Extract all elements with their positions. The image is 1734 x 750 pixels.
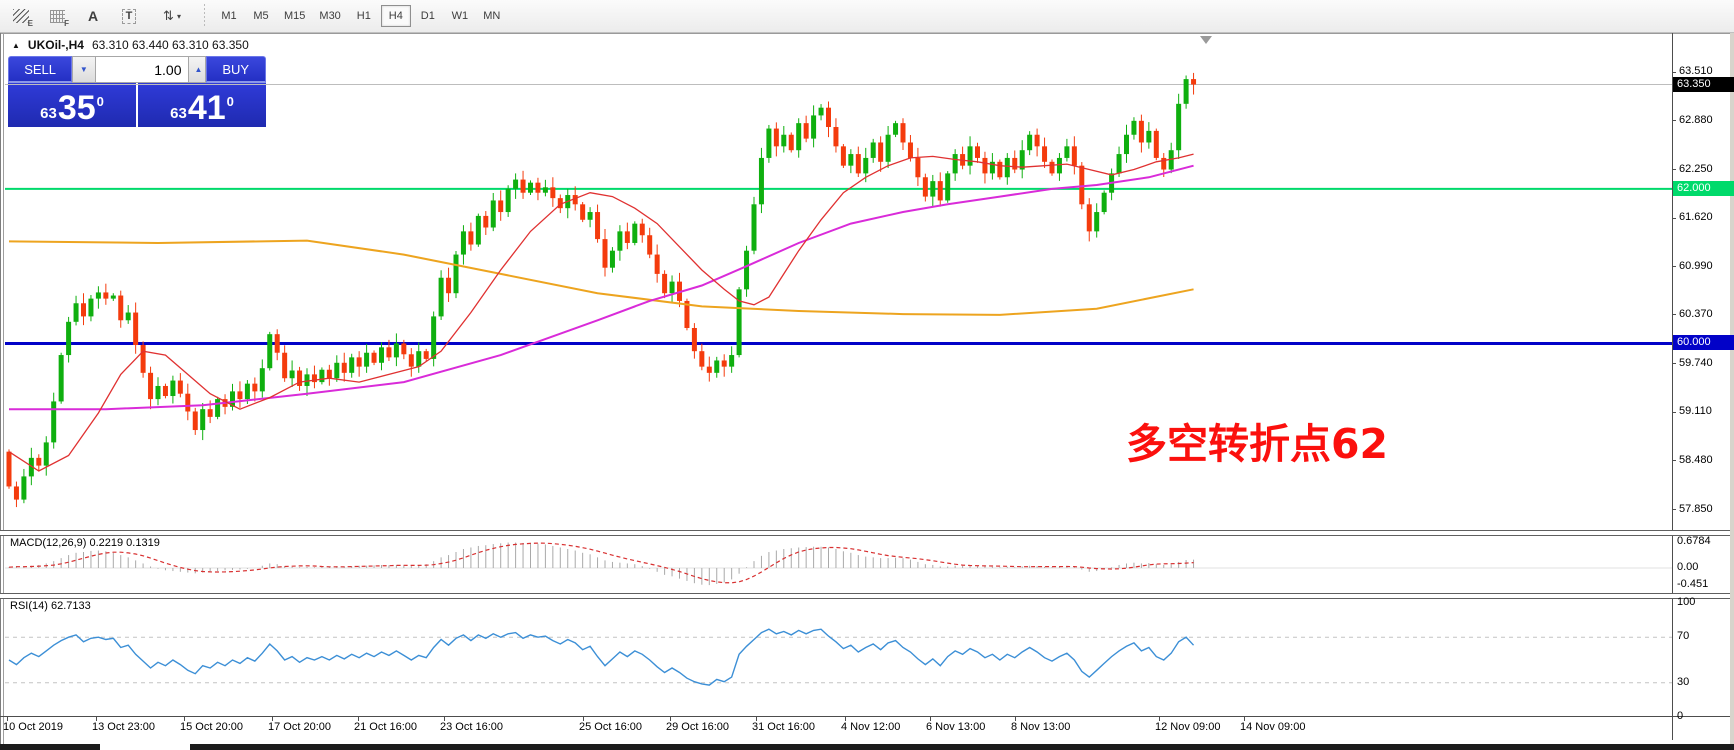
time-label: 14 Nov 09:00 (1240, 721, 1305, 733)
rsi-indicator-chart[interactable] (5, 597, 1672, 716)
chart-left-border (0, 33, 1, 745)
time-label: 25 Oct 16:00 (579, 721, 642, 733)
price-level-badge: 60.000 (1673, 335, 1734, 350)
price-tick (1672, 169, 1676, 170)
window-right-edge (1730, 33, 1734, 750)
rsi-axis-label: 30 (1677, 676, 1689, 688)
cursor-tool-icon[interactable]: ⇅ ▾ (150, 3, 194, 29)
grid-icon (50, 10, 65, 23)
channel-tool-icon[interactable]: E (6, 3, 36, 29)
time-label: 4 Nov 12:00 (841, 721, 900, 733)
bottom-bar-segment (0, 744, 100, 750)
text-tool-icon[interactable]: A (78, 3, 108, 29)
timeframe-d1[interactable]: D1 (413, 5, 443, 27)
chevron-down-icon: ▾ (177, 12, 181, 21)
price-axis-border (1672, 33, 1673, 740)
macd-axis-label: -0.451 (1677, 578, 1708, 590)
price-tick (1672, 120, 1676, 121)
top-toolbar: E F A T ⇅ ▾ M1M5M15M30H1H4D1W1MN (0, 0, 1734, 33)
grid-tool-sub: F (64, 19, 69, 28)
macd-axis-label: 0.00 (1677, 561, 1698, 573)
timeframe-mn[interactable]: MN (477, 5, 507, 27)
time-label: 17 Oct 20:00 (268, 721, 331, 733)
price-label: 61.620 (1679, 211, 1713, 223)
mt4-window: E F A T ⇅ ▾ M1M5M15M30H1H4D1W1MN ▲ UKOil… (0, 0, 1734, 750)
price-label: 60.370 (1679, 308, 1713, 320)
timeframe-h4[interactable]: H4 (381, 5, 411, 27)
label-tool-icon[interactable]: T (114, 3, 144, 29)
timeframe-bar: M1M5M15M30H1H4D1W1MN (213, 5, 508, 27)
chart-shift-marker-icon[interactable] (1200, 36, 1212, 44)
timeframe-m1[interactable]: M1 (214, 5, 244, 27)
price-tick (1672, 314, 1676, 315)
price-level-badge: 62.000 (1673, 181, 1734, 196)
time-label: 29 Oct 16:00 (666, 721, 729, 733)
price-label: 59.740 (1679, 357, 1713, 369)
timeframe-m15[interactable]: M15 (278, 5, 311, 27)
timeframe-m5[interactable]: M5 (246, 5, 276, 27)
macd-label: MACD(12,26,9) 0.2219 0.1319 (10, 537, 160, 549)
price-label: 60.990 (1679, 260, 1713, 272)
bottom-bar-segment (190, 744, 1734, 750)
time-label: 15 Oct 20:00 (180, 721, 243, 733)
timeframe-m30[interactable]: M30 (313, 5, 346, 27)
arrows-icon: ⇅ (163, 8, 174, 24)
time-label: 6 Nov 13:00 (926, 721, 985, 733)
price-tick (1672, 72, 1676, 73)
toolbar-separator (204, 4, 205, 28)
time-label: 23 Oct 16:00 (440, 721, 503, 733)
price-label: 62.880 (1679, 114, 1713, 126)
main-price-chart[interactable] (5, 33, 1672, 530)
time-axis-border (0, 716, 1734, 717)
time-label: 13 Oct 23:00 (92, 721, 155, 733)
rsi-axis-label: 0 (1677, 710, 1683, 722)
rsi-axis-label: 100 (1677, 596, 1695, 608)
rsi-label: RSI(14) 62.7133 (10, 600, 91, 612)
time-label: 31 Oct 16:00 (752, 721, 815, 733)
price-tick (1672, 412, 1676, 413)
time-label: 10 Oct 2019 (3, 721, 63, 733)
grid-tool-icon[interactable]: F (42, 3, 72, 29)
price-label: 63.510 (1679, 65, 1713, 77)
time-label: 8 Nov 13:00 (1011, 721, 1070, 733)
price-label: 59.110 (1679, 405, 1712, 417)
timeframe-w1[interactable]: W1 (445, 5, 475, 27)
macd-axis-label: 0.6784 (1677, 535, 1711, 547)
price-tick (1672, 363, 1676, 364)
price-tick (1672, 460, 1676, 461)
price-tick (1672, 266, 1676, 267)
price-label: 57.850 (1679, 503, 1713, 515)
time-label: 12 Nov 09:00 (1155, 721, 1220, 733)
time-label: 21 Oct 16:00 (354, 721, 417, 733)
price-label: 62.250 (1679, 163, 1713, 175)
price-level-badge: 63.350 (1673, 77, 1734, 92)
hatch-icon (13, 9, 29, 23)
channel-tool-sub: E (28, 19, 33, 28)
price-tick (1672, 509, 1676, 510)
macd-indicator-chart[interactable] (5, 534, 1672, 593)
chart-left-border-inner (3, 33, 4, 745)
price-label: 58.480 (1679, 454, 1713, 466)
chart-annotation-text: 多空转折点62 (1126, 410, 1388, 470)
rsi-axis-label: 70 (1677, 630, 1689, 642)
timeframe-h1[interactable]: H1 (349, 5, 379, 27)
price-tick (1672, 218, 1676, 219)
